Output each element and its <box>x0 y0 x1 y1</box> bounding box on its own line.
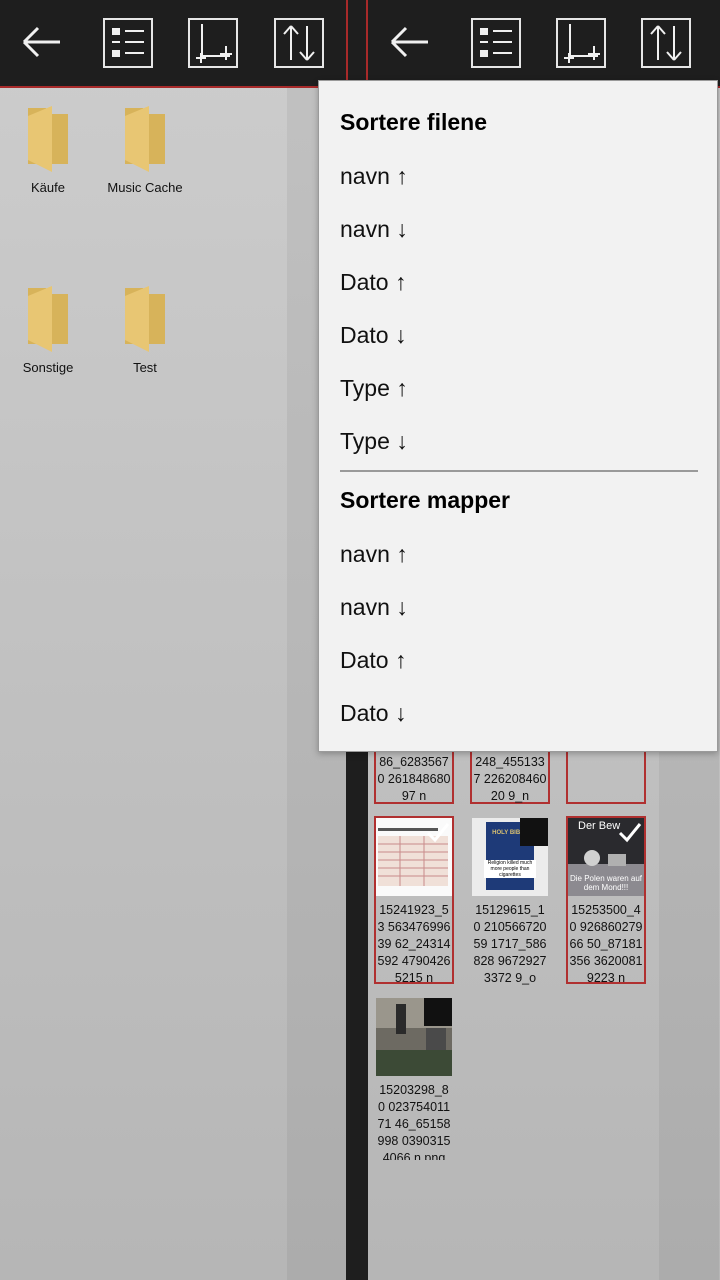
checked-icon[interactable] <box>616 818 644 846</box>
new-item-icon <box>196 24 232 63</box>
file-item[interactable]: 15203298_80 02375401171 46_65158998 0390… <box>374 996 454 1164</box>
sort-files-date-desc[interactable]: Dato ↓ <box>340 322 406 349</box>
sort-folders-date-asc[interactable]: Dato ↑ <box>340 647 406 674</box>
list-select-icon <box>112 28 144 57</box>
left-pane: Käufe Music Cache Sonstige Test <box>0 0 346 1280</box>
sort-button[interactable] <box>274 18 324 68</box>
list-select-icon <box>480 28 512 57</box>
folder-label: Music Cache <box>107 180 183 195</box>
sort-folders-date-desc[interactable]: Dato ↓ <box>340 700 406 727</box>
sort-button[interactable] <box>641 18 691 68</box>
file-item[interactable]: Der Bew Die Polen waren auf dem Mond!!! … <box>566 816 646 985</box>
thumbnail-subtext: Religion killed much more people than ci… <box>484 860 536 878</box>
folder-icon <box>125 106 165 172</box>
sort-files-name-desc[interactable]: navn ↓ <box>340 216 408 243</box>
sort-arrows-icon <box>283 25 315 61</box>
toolbar-left <box>0 0 346 88</box>
checked-icon[interactable] <box>424 818 452 846</box>
file-thumbnail: HOLY BIBLE Religion killed much more peo… <box>472 818 548 896</box>
file-caption: 15129615_10 21056672059 1717_586828 9672… <box>473 903 547 985</box>
sort-folders-name-asc[interactable]: navn ↑ <box>340 541 408 568</box>
folder-label: Käufe <box>31 180 65 195</box>
divider-accent <box>346 0 348 88</box>
new-item-icon <box>564 24 600 63</box>
folder-label: Test <box>133 360 157 375</box>
sort-files-heading: Sortere filene <box>340 109 487 135</box>
select-mode-button[interactable] <box>471 18 521 68</box>
folder-icon <box>28 286 68 352</box>
unchecked-box[interactable] <box>520 818 548 846</box>
sort-arrows-icon <box>650 25 682 61</box>
thumbnail-subtext: Die Polen waren auf dem Mond!!! <box>569 874 643 892</box>
folder-item[interactable]: Music Cache <box>95 104 195 195</box>
menu-separator <box>340 470 698 472</box>
arrow-left-icon <box>22 26 60 58</box>
file-thumbnail <box>376 998 452 1076</box>
folder-icon <box>125 286 165 352</box>
toolbar-right <box>368 0 720 88</box>
new-item-button[interactable] <box>556 18 606 68</box>
file-caption: 15241923_53 56347699639 62_24314592 4790… <box>377 903 451 985</box>
folder-item[interactable]: Käufe <box>0 104 98 195</box>
new-item-button[interactable] <box>188 18 238 68</box>
back-button[interactable] <box>18 18 66 66</box>
sort-files-type-desc[interactable]: Type ↓ <box>340 428 408 455</box>
arrow-left-icon <box>390 26 428 58</box>
sort-files-date-asc[interactable]: Dato ↑ <box>340 269 406 296</box>
sort-folders-heading: Sortere mapper <box>340 487 511 513</box>
sort-menu: Sortere filene navn ↑ navn ↓ Dato ↑ Dato… <box>318 80 718 752</box>
select-mode-button[interactable] <box>103 18 153 68</box>
back-button[interactable] <box>386 18 434 66</box>
sort-files-type-asc[interactable]: Type ↑ <box>340 375 408 402</box>
folder-item[interactable]: Test <box>95 284 195 375</box>
unchecked-box[interactable] <box>424 998 452 1026</box>
sort-files-name-asc[interactable]: navn ↑ <box>340 163 408 190</box>
file-caption: 15253500_40 92686027966 50_87181356 3620… <box>569 903 643 985</box>
sort-folders-name-desc[interactable]: navn ↓ <box>340 594 408 621</box>
file-caption: 15203298_80 02375401171 46_65158998 0390… <box>377 1083 451 1160</box>
folder-icon <box>28 106 68 172</box>
thumbnail-text: Der Bew <box>578 820 621 832</box>
folder-label: Sonstige <box>22 360 74 375</box>
folder-item[interactable]: Sonstige <box>0 284 98 375</box>
file-thumbnail: Der Bew Die Polen waren auf dem Mond!!! <box>568 818 644 896</box>
file-thumbnail <box>376 818 452 896</box>
file-item[interactable]: HOLY BIBLE Religion killed much more peo… <box>470 816 550 985</box>
file-item[interactable]: 15241923_53 56347699639 62_24314592 4790… <box>374 816 454 985</box>
